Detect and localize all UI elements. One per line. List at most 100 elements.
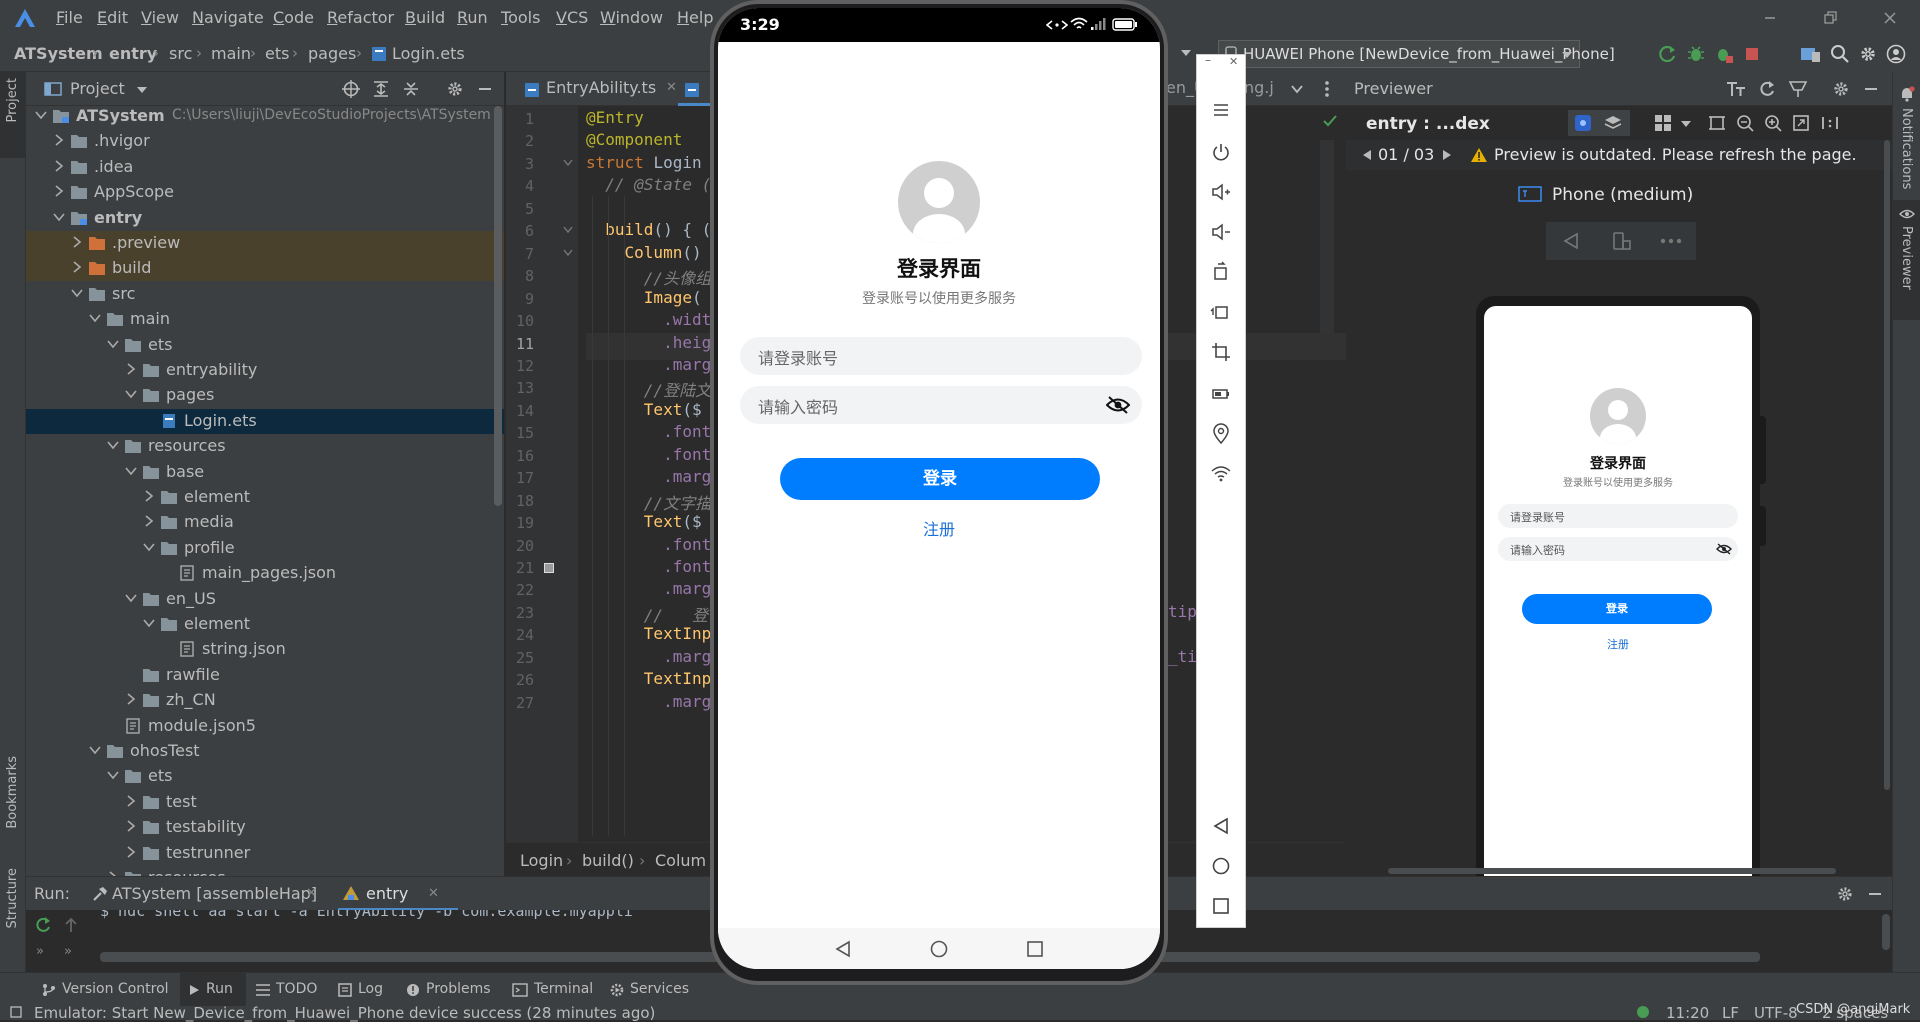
network-icon[interactable]	[1210, 463, 1232, 485]
refresh-icon[interactable]	[1758, 80, 1776, 98]
locate-icon[interactable]	[342, 80, 360, 98]
chevron-down-icon[interactable]	[1291, 83, 1303, 95]
home-nav-icon[interactable]	[1210, 855, 1232, 877]
tree-item[interactable]: ATSystem C:\Users\liuji\DevEcoStudioProje…	[26, 106, 504, 129]
volume-up-icon[interactable]	[1210, 181, 1232, 203]
chevron-right-icon[interactable]	[52, 159, 66, 173]
preview-screen[interactable]: 登录界面 登录账号以使用更多服务 请登录账号 请输入密码 登录 注册	[1484, 306, 1752, 896]
project-scrollbar[interactable]	[494, 106, 502, 506]
back-nav-icon[interactable]	[1210, 815, 1232, 837]
tool-log[interactable]: Log	[338, 973, 398, 1007]
tree-item[interactable]: ohosTest	[26, 739, 504, 764]
account-input[interactable]: 请登录账号	[740, 337, 1142, 375]
more-vertical-icon[interactable]	[1324, 81, 1330, 97]
menu-help[interactable]: Help	[677, 8, 713, 27]
grid-layout-icon[interactable]	[1654, 114, 1672, 132]
tree-item[interactable]: zh_CN	[26, 688, 504, 713]
tool-services[interactable]: Services	[610, 973, 700, 1007]
tab-close-icon[interactable]: ✕	[306, 886, 317, 901]
tab-close-icon[interactable]: ✕	[666, 80, 677, 95]
tree-item[interactable]: base	[26, 460, 504, 485]
tree-item[interactable]: main	[26, 307, 504, 332]
tree-item[interactable]: src	[26, 282, 504, 307]
chevron-right-icon[interactable]	[52, 133, 66, 147]
chevron-down-icon[interactable]	[88, 311, 102, 325]
expand-toolbar-icon[interactable]: »	[36, 944, 44, 959]
tree-item[interactable]: build	[26, 256, 504, 282]
tree-item[interactable]: pages	[26, 383, 504, 408]
chevron-right-icon[interactable]	[142, 514, 156, 528]
crop-icon[interactable]	[1708, 114, 1726, 132]
tree-item[interactable]: Login.ets	[26, 408, 504, 434]
register-link[interactable]: 注册	[718, 516, 1160, 540]
tree-item[interactable]: .preview	[26, 231, 504, 256]
chevron-right-icon[interactable]	[124, 819, 138, 833]
debug-icon[interactable]	[1686, 44, 1706, 64]
tree-item[interactable]: string.json	[26, 637, 504, 662]
menu-window[interactable]: Window	[600, 8, 663, 27]
chevron-right-icon[interactable]	[124, 692, 138, 706]
search-icon[interactable]	[1830, 44, 1850, 64]
breadcrumb-project[interactable]: ATSystem	[14, 44, 103, 63]
tab-close-icon[interactable]: ✕	[428, 886, 439, 901]
rotate-right-icon[interactable]	[1210, 301, 1232, 323]
tool-terminal[interactable]: Terminal	[512, 973, 612, 1007]
account-icon[interactable]	[1886, 44, 1906, 64]
menu-build[interactable]: Build	[405, 8, 445, 27]
chevron-down-icon[interactable]	[70, 286, 84, 300]
tool-todo[interactable]: TODO	[256, 973, 336, 1007]
chevron-down-icon[interactable]	[34, 108, 48, 122]
tab-entryability[interactable]: EntryAbility.ts ✕	[520, 72, 677, 106]
rerun-icon[interactable]	[1658, 44, 1678, 64]
screenshot-crop-icon[interactable]	[1210, 341, 1232, 363]
fold-marker-icon[interactable]	[562, 247, 574, 259]
chevron-down-icon[interactable]	[106, 768, 120, 782]
location-icon[interactable]	[1210, 423, 1232, 445]
project-panel-title[interactable]: Project	[70, 79, 125, 98]
rerun-icon[interactable]	[34, 916, 52, 934]
bookmarks-tool-label[interactable]: Bookmarks	[5, 756, 20, 829]
volume-down-icon[interactable]	[1210, 221, 1232, 243]
chevron-down-icon[interactable]	[136, 85, 148, 95]
previous-page-icon[interactable]	[1362, 149, 1372, 161]
preview-device-name[interactable]: Phone (medium)	[1552, 185, 1693, 205]
layers-icon[interactable]	[1604, 114, 1622, 132]
recents-nav-icon[interactable]	[1026, 940, 1044, 958]
chevron-down-icon[interactable]	[124, 464, 138, 478]
device-manager-icon[interactable]	[1800, 44, 1822, 64]
stop-icon[interactable]	[1742, 44, 1762, 64]
hide-panel-icon[interactable]	[1866, 885, 1884, 903]
preview-register-link[interactable]: 注册	[1484, 636, 1752, 652]
login-button[interactable]: 登录	[780, 458, 1100, 500]
eye-off-icon[interactable]	[1716, 543, 1732, 555]
breadcrumb-file[interactable]: Login.ets	[392, 44, 465, 63]
chevron-down-icon[interactable]	[124, 591, 138, 605]
more-horizontal-icon[interactable]	[1660, 238, 1682, 244]
back-nav-icon[interactable]	[1562, 232, 1580, 250]
back-nav-icon[interactable]	[834, 940, 852, 958]
attach-debugger-icon[interactable]	[1714, 44, 1734, 64]
restore-icon[interactable]	[1820, 8, 1840, 28]
tree-item[interactable]: element	[26, 612, 504, 637]
previewer-entry[interactable]: entry : ...dex	[1366, 114, 1490, 134]
gear-icon[interactable]	[1832, 80, 1850, 98]
eye-off-icon[interactable]	[1106, 396, 1130, 414]
breadcrumb-ets[interactable]: ets	[265, 44, 289, 63]
menu-tools[interactable]: Tools	[501, 8, 540, 27]
tree-item[interactable]: ets	[26, 333, 504, 358]
gear-icon[interactable]	[1836, 885, 1854, 903]
tree-item[interactable]: .hvigor	[26, 129, 504, 154]
zoom-out-icon[interactable]	[1736, 114, 1754, 132]
bookmark-marker[interactable]	[544, 563, 554, 573]
console-v-scrollbar[interactable]	[1882, 914, 1890, 950]
status-message[interactable]: Emulator: Start New_Device_from_Huawei_P…	[34, 1004, 655, 1022]
breadcrumb-pages[interactable]: pages	[308, 44, 356, 63]
emulator-close-icon[interactable]: ✕	[1229, 55, 1238, 68]
tree-item[interactable]: AppScope	[26, 180, 504, 205]
tree-item[interactable]: en_US	[26, 587, 504, 612]
tree-item[interactable]: resources	[26, 434, 504, 459]
component-preview-icon[interactable]	[1574, 114, 1592, 132]
password-input[interactable]: 请输入密码	[740, 386, 1142, 424]
menu-code[interactable]: Code	[273, 8, 314, 27]
breadcrumb-main[interactable]: main	[211, 44, 251, 63]
